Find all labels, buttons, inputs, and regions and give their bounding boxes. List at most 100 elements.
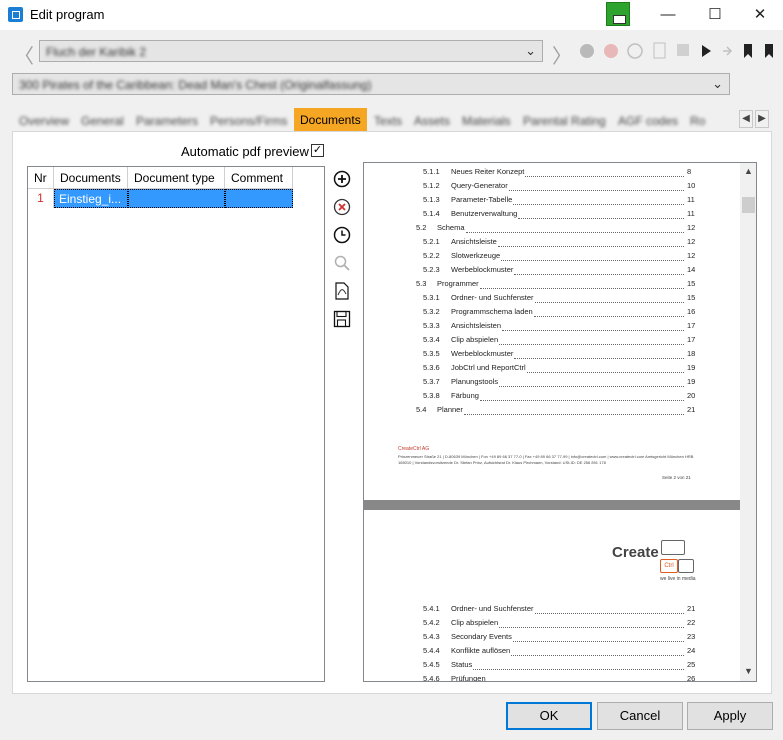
remove-document-button[interactable] — [332, 197, 352, 217]
toc-entry: 5.4.6 Prüfungen 26 — [364, 674, 740, 682]
tab-ro[interactable]: Ro — [685, 110, 710, 132]
tab-parameters[interactable]: Parameters — [131, 110, 203, 132]
maximize-button[interactable]: ☐ — [692, 0, 738, 30]
clock-icon — [333, 226, 351, 244]
tab-documents[interactable]: Documents — [294, 108, 367, 132]
toc-leader — [513, 641, 684, 642]
toc-page: 11 — [687, 195, 695, 204]
toc-page: 19 — [687, 377, 696, 386]
close-button[interactable]: ✕ — [737, 0, 783, 30]
row-document[interactable]: Einstieg_i... — [54, 189, 128, 208]
title-bar: Edit program — ☐ ✕ — [0, 0, 783, 30]
toc-entry: 5.4.3 Secondary Events 23 — [364, 632, 740, 646]
history-button[interactable] — [332, 225, 352, 245]
bookmark-dark-icon — [765, 44, 773, 58]
logo-tagline: we live in media — [660, 576, 696, 582]
tab-parental-rating[interactable]: Parental Rating — [518, 110, 611, 132]
tab-materials[interactable]: Materials — [457, 110, 516, 132]
column-header-nr[interactable]: Nr — [28, 167, 54, 189]
ok-button[interactable]: OK — [506, 702, 592, 730]
logo-word: Create — [612, 544, 659, 561]
forward-arrow-icon[interactable]: 〉 — [552, 40, 572, 69]
apply-button[interactable]: Apply — [687, 702, 773, 730]
toc-number: 5.3.5 — [423, 349, 440, 358]
cancel-button[interactable]: Cancel — [597, 702, 683, 730]
search-document-button[interactable] — [332, 253, 352, 273]
record-icon — [580, 44, 594, 58]
pdf-preview[interactable]: 5.1.1 Neues Reiter Konzept 8 5.1.2 Query-Gen… — [363, 162, 757, 682]
toc-title: Programmer — [437, 279, 479, 288]
toc-leader — [466, 232, 684, 233]
minimize-button[interactable]: — — [645, 0, 691, 30]
tab-general[interactable]: General — [76, 110, 129, 132]
toc-title: Clip abspielen — [451, 618, 499, 627]
toc-page: 23 — [687, 632, 696, 641]
toc-number: 5.3.3 — [423, 321, 440, 330]
logo-shape — [661, 540, 685, 555]
stop-icon — [604, 44, 618, 58]
tab-agf-codes[interactable]: AGF codes — [613, 110, 683, 132]
toc-leader — [511, 655, 684, 656]
scroll-thumb[interactable] — [742, 197, 755, 213]
vertical-scrollbar[interactable]: ▲ ▼ — [740, 163, 756, 681]
column-header-documents[interactable]: Documents — [54, 167, 128, 189]
tab-texts[interactable]: Texts — [369, 110, 407, 132]
toc-number: 5.3.1 — [423, 293, 440, 302]
open-pdf-button[interactable] — [332, 281, 352, 301]
program-status-icon[interactable] — [606, 2, 630, 26]
save-document-button[interactable] — [332, 309, 352, 329]
table-row[interactable]: 1 Einstieg_i... — [28, 189, 293, 208]
row-comment[interactable] — [225, 189, 293, 208]
toc-number: 5.3.4 — [423, 335, 440, 344]
episode-select-value: 300 Pirates of the Caribbean: Dead Man's… — [19, 78, 372, 92]
toolbar-icons — [580, 42, 773, 59]
toc-entry: 5.2 Schema 12 — [364, 223, 740, 237]
toc-number: 5.4.1 — [423, 604, 440, 613]
column-header-document-type[interactable]: Document type — [128, 167, 225, 189]
program-select[interactable]: Fluch der Karibik 2 ⌄ — [39, 40, 543, 62]
back-arrow-icon[interactable]: 〈 — [14, 40, 34, 69]
clock-icon — [627, 43, 643, 59]
search-icon — [334, 255, 350, 271]
toc-number: 5.1.1 — [423, 167, 440, 176]
auto-preview-label: Automatic pdf preview — [181, 144, 309, 159]
toc-number: 5.3.6 — [423, 363, 440, 372]
toc-leader — [535, 613, 684, 614]
toc-title: Programmschema laden — [451, 307, 533, 316]
episode-select[interactable]: 300 Pirates of the Caribbean: Dead Man's… — [12, 73, 730, 95]
tab-scroll-left-icon[interactable]: ◀ — [739, 110, 753, 128]
toc-leader — [514, 358, 684, 359]
scroll-up-icon[interactable]: ▲ — [740, 166, 756, 176]
toc-leader — [499, 386, 684, 387]
toc-page: 15 — [687, 279, 696, 288]
toc-entry: 5.4.4 Konflikte auflösen 24 — [364, 646, 740, 660]
toc-number: 5.4.6 — [423, 674, 440, 682]
chevron-down-icon: ⌄ — [525, 43, 536, 58]
tab-scroll-right-icon[interactable]: ▶ — [755, 110, 769, 128]
toc-title: Konflikte auflösen — [451, 646, 511, 655]
tab-persons-firms[interactable]: Persons/Firms — [205, 110, 292, 132]
column-header-comment[interactable]: Comment — [225, 167, 293, 189]
toc-title: JobCtrl und ReportCtrl — [451, 363, 526, 372]
document-icon — [653, 42, 666, 59]
scroll-down-icon[interactable]: ▼ — [740, 666, 756, 676]
toc-leader — [509, 190, 684, 191]
toc-title: Benutzerverwaltung — [451, 209, 518, 218]
add-document-button[interactable] — [332, 169, 352, 189]
tab-assets[interactable]: Assets — [409, 110, 455, 132]
toc-page: 11 — [687, 209, 695, 218]
auto-preview-checkbox[interactable]: ✓ — [311, 144, 324, 157]
row-document-type[interactable] — [128, 189, 225, 208]
square-icon — [677, 44, 689, 56]
toc-number: 5.1.2 — [423, 181, 440, 190]
toc-entry: 5.2.2 Slotwerkzeuge 12 — [364, 251, 740, 265]
toc-title: Planungstools — [451, 377, 499, 386]
toc-page: 20 — [687, 391, 696, 400]
tab-overview[interactable]: Overview — [14, 110, 74, 132]
grid-header: Nr Documents Document type Comment — [28, 167, 293, 189]
toc-entry: 5.2.3 Werbeblockmuster 14 — [364, 265, 740, 279]
toc-page: 25 — [687, 660, 696, 669]
toc-entry: 5.1.4 Benutzerverwaltung 11 — [364, 209, 740, 223]
toc-title: Prüfungen — [451, 674, 486, 682]
pdf-file-icon — [335, 282, 349, 300]
